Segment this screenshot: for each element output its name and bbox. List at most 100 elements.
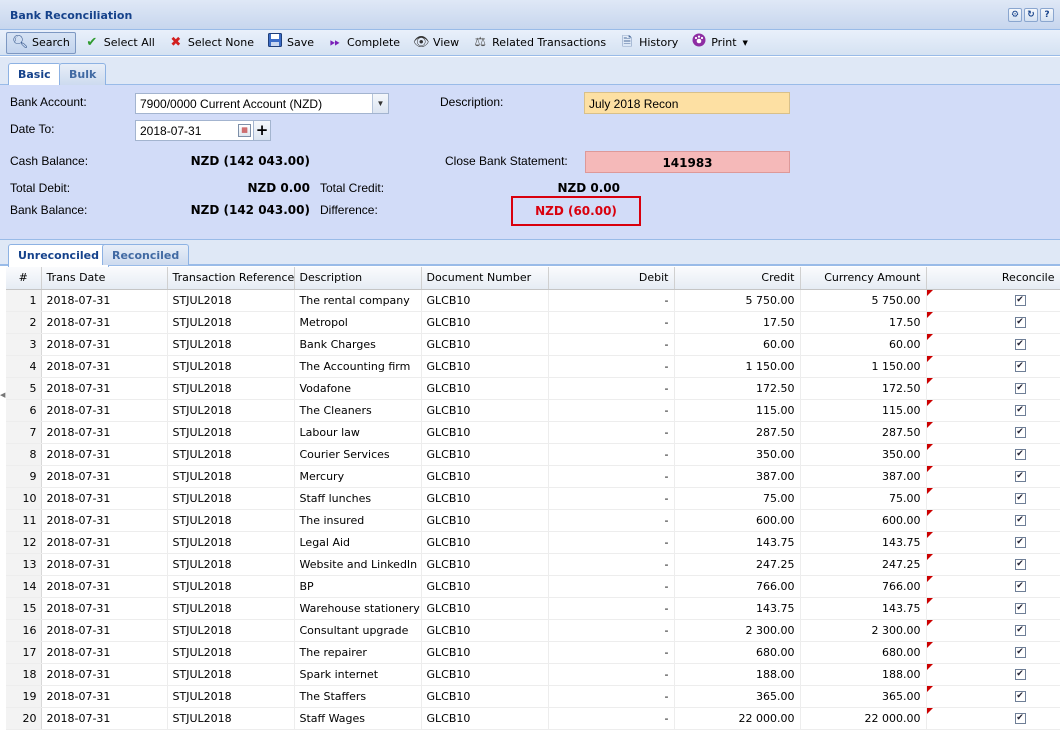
table-row[interactable]: 10 2018-07-31 STJUL2018 Staff lunches GLCB10…: [6, 487, 1060, 510]
table-row[interactable]: 6 2018-07-31 STJUL2018 The Cleaners GLCB10-1…: [6, 399, 1060, 422]
complete-button[interactable]: ⏩︎ Complete: [322, 32, 405, 54]
table-row[interactable]: 13 2018-07-31 STJUL2018 Website and LinkedI…: [6, 553, 1060, 576]
reconcile-checkbox[interactable]: ✔: [1014, 361, 1026, 372]
reconcile-checkbox[interactable]: ✔: [1014, 493, 1026, 504]
add-date-button[interactable]: +: [253, 120, 271, 141]
cell-trans-date: 2018-07-31: [41, 597, 168, 620]
reconcile-checkbox[interactable]: ✔: [1014, 713, 1026, 724]
table-row[interactable]: 3 2018-07-31 STJUL2018 Bank Charges GLCB10-6…: [6, 333, 1060, 356]
tab-basic[interactable]: Basic: [8, 63, 61, 86]
history-button[interactable]: 🗎︎ History: [614, 32, 683, 54]
table-row[interactable]: 11 2018-07-31 STJUL2018 The insured GLCB10-6…: [6, 509, 1060, 532]
cell-document-number: GLCB10: [421, 707, 549, 730]
bank-account-select[interactable]: 7900/0000 Current Account (NZD) ▼: [135, 93, 389, 114]
column-header-number[interactable]: #: [6, 267, 42, 290]
tab-reconciled[interactable]: Reconciled: [102, 244, 190, 265]
cell-debit: -: [548, 311, 675, 334]
cell-description: The Cleaners: [294, 399, 422, 422]
reconcile-checkbox[interactable]: ✔: [1014, 449, 1026, 460]
table-row[interactable]: 4 2018-07-31 STJUL2018 The Accounting firm G…: [6, 355, 1060, 378]
cell-transaction-reference: STJUL2018: [167, 553, 295, 576]
reconcile-checkbox[interactable]: ✔: [1014, 581, 1026, 592]
cell-transaction-reference: STJUL2018: [167, 355, 295, 378]
print-button[interactable]: Print ▼: [686, 32, 753, 54]
description-field[interactable]: July 2018 Recon: [584, 92, 790, 114]
cell-trans-date: 2018-07-31: [41, 575, 168, 598]
cell-description: Legal Aid: [294, 531, 422, 554]
date-to-field[interactable]: 2018-07-31 ▦: [135, 120, 254, 141]
cell-credit: 365.00: [674, 685, 801, 708]
cell-reconcile: ✔: [926, 355, 1060, 378]
collapse-arrow-icon[interactable]: ◀: [0, 391, 5, 401]
table-row[interactable]: 16 2018-07-31 STJUL2018 Consultant upgrade G…: [6, 619, 1060, 642]
reconcile-checkbox[interactable]: ✔: [1014, 383, 1026, 394]
reconcile-checkbox[interactable]: ✔: [1014, 603, 1026, 614]
cell-currency-amount: 766.00: [800, 575, 927, 598]
table-row[interactable]: 9 2018-07-31 STJUL2018 Mercury GLCB10-387.00…: [6, 465, 1060, 488]
column-header-debit[interactable]: Debit: [548, 267, 675, 290]
cell-currency-amount: 600.00: [800, 509, 927, 532]
row-number: 18: [6, 663, 42, 686]
cell-transaction-reference: STJUL2018: [167, 597, 295, 620]
table-row[interactable]: 5 2018-07-31 STJUL2018 Vodafone GLCB10-172.5…: [6, 377, 1060, 400]
column-header-credit[interactable]: Credit: [674, 267, 801, 290]
reconcile-checkbox[interactable]: ✔: [1014, 515, 1026, 526]
select-none-button[interactable]: ✖ Select None: [163, 32, 259, 54]
cell-description: Staff Wages: [294, 707, 422, 730]
reconcile-checkbox[interactable]: ✔: [1014, 295, 1026, 306]
help-icon[interactable]: ?: [1040, 8, 1054, 22]
column-header-reconcile[interactable]: Reconcile: [926, 267, 1060, 290]
cell-transaction-reference: STJUL2018: [167, 311, 295, 334]
table-row[interactable]: 20 2018-07-31 STJUL2018 Staff Wages GLCB10-2…: [6, 707, 1060, 730]
refresh-icon[interactable]: ↻: [1024, 8, 1038, 22]
search-button[interactable]: 🔍︎ Search: [6, 31, 76, 54]
calendar-icon[interactable]: ▦: [238, 124, 251, 137]
reconcile-checkbox[interactable]: ✔: [1014, 317, 1026, 328]
row-number: 19: [6, 685, 42, 708]
tab-bulk[interactable]: Bulk: [59, 63, 107, 85]
column-header-currency-amount[interactable]: Currency Amount: [800, 267, 927, 290]
cell-transaction-reference: STJUL2018: [167, 443, 295, 466]
column-header-description[interactable]: Description: [294, 267, 422, 290]
reconcile-checkbox[interactable]: ✔: [1014, 339, 1026, 350]
cell-trans-date: 2018-07-31: [41, 531, 168, 554]
cell-transaction-reference: STJUL2018: [167, 685, 295, 708]
column-header-transaction-reference[interactable]: Transaction Reference: [167, 267, 295, 290]
cell-description: Spark internet: [294, 663, 422, 686]
view-button[interactable]: 👁︎ View: [408, 32, 464, 54]
reconcile-checkbox[interactable]: ✔: [1014, 691, 1026, 702]
close-statement-field[interactable]: 141983: [585, 151, 790, 173]
reconcile-checkbox[interactable]: ✔: [1014, 559, 1026, 570]
table-row[interactable]: 8 2018-07-31 STJUL2018 Courier Services GLCB…: [6, 443, 1060, 466]
cell-debit: -: [548, 377, 675, 400]
reconcile-checkbox[interactable]: ✔: [1014, 471, 1026, 482]
cell-reconcile: ✔: [926, 399, 1060, 422]
cell-currency-amount: 143.75: [800, 597, 927, 620]
cell-document-number: GLCB10: [421, 509, 549, 532]
table-row[interactable]: 2 2018-07-31 STJUL2018 Metropol GLCB10-17.50…: [6, 311, 1060, 334]
column-header-document-number[interactable]: Document Number: [421, 267, 549, 290]
table-row[interactable]: 15 2018-07-31 STJUL2018 Warehouse stationer…: [6, 597, 1060, 620]
table-row[interactable]: 19 2018-07-31 STJUL2018 The Staffers GLCB10-…: [6, 685, 1060, 708]
save-button[interactable]: Save: [262, 32, 319, 54]
table-row[interactable]: 1 2018-07-31 STJUL2018 The rental company GL…: [6, 289, 1060, 312]
related-transactions-button[interactable]: ⚖ Related Transactions: [467, 32, 611, 54]
gear-icon[interactable]: ⚙: [1008, 8, 1022, 22]
total-debit-value: NZD 0.00: [247, 181, 311, 195]
reconcile-checkbox[interactable]: ✔: [1014, 647, 1026, 658]
chevron-down-icon[interactable]: ▼: [372, 94, 388, 113]
select-all-button[interactable]: ✔ Select All: [79, 32, 160, 54]
reconcile-checkbox[interactable]: ✔: [1014, 625, 1026, 636]
reconcile-checkbox[interactable]: ✔: [1014, 669, 1026, 680]
table-row[interactable]: 18 2018-07-31 STJUL2018 Spark internet GLCB1…: [6, 663, 1060, 686]
table-row[interactable]: 17 2018-07-31 STJUL2018 The repairer GLCB10-…: [6, 641, 1060, 664]
row-number: 13: [6, 553, 42, 576]
table-row[interactable]: 14 2018-07-31 STJUL2018 BP GLCB10-766.00 766.…: [6, 575, 1060, 598]
table-row[interactable]: 12 2018-07-31 STJUL2018 Legal Aid GLCB10-143…: [6, 531, 1060, 554]
reconcile-checkbox[interactable]: ✔: [1014, 537, 1026, 548]
table-row[interactable]: 7 2018-07-31 STJUL2018 Labour law GLCB10-287…: [6, 421, 1060, 444]
tab-unreconciled[interactable]: Unreconciled: [8, 244, 109, 267]
reconcile-checkbox[interactable]: ✔: [1014, 427, 1026, 438]
reconcile-checkbox[interactable]: ✔: [1014, 405, 1026, 416]
column-header-trans-date[interactable]: Trans Date: [41, 267, 168, 290]
